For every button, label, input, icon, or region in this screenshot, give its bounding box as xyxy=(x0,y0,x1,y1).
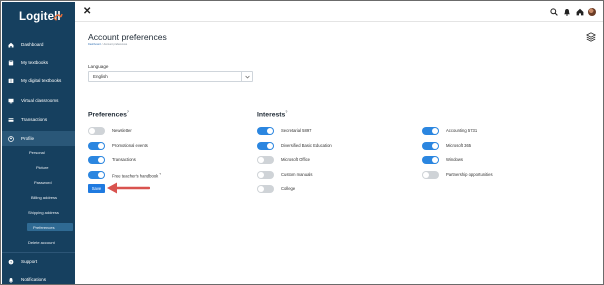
sidebar-subitem-label: Password xyxy=(34,179,52,185)
custom-manuals-toggle[interactable] xyxy=(257,171,274,179)
toggle-label: Free teacher's handbook ? xyxy=(112,172,161,178)
microsoft-office-toggle[interactable] xyxy=(257,156,274,164)
transactions-icon xyxy=(8,117,14,123)
top-icons xyxy=(549,7,596,16)
diversified-basic-education-toggle[interactable] xyxy=(257,142,274,150)
tablet-book-icon xyxy=(8,78,14,84)
bell-icon xyxy=(8,277,14,283)
support-icon: ? xyxy=(8,259,14,265)
avatar[interactable] xyxy=(588,7,596,16)
layers-icon[interactable] xyxy=(586,32,596,42)
window-frame: Logitell Dashboard My textbooks My digit… xyxy=(0,0,604,285)
interests-heading: Interests? xyxy=(257,110,287,118)
sidebar-item-label: Transactions xyxy=(21,117,48,122)
home-icon xyxy=(8,42,14,48)
toggle-label: Transactions xyxy=(112,157,136,162)
toggle-label-text: Free teacher's handbook xyxy=(112,173,159,179)
newsletter-toggle[interactable] xyxy=(88,127,105,135)
chevron-down-icon xyxy=(241,72,252,81)
sidebar-subitem-label: Preferences xyxy=(33,224,55,230)
sidebar-item-label: Notifications xyxy=(21,277,47,282)
breadcrumb-link[interactable]: Dashboard xyxy=(88,43,101,46)
sidebar-item-label: Dashboard xyxy=(21,42,44,47)
page-title: Account preferences xyxy=(88,32,167,42)
toggle-label: Partnership opportunities xyxy=(446,172,493,177)
language-select[interactable]: English xyxy=(88,71,253,82)
close-icon[interactable]: ✕ xyxy=(83,6,91,17)
help-marker: ? xyxy=(285,110,288,114)
toggle-label: Accounting 5731 xyxy=(446,128,478,133)
profile-icon xyxy=(8,135,14,142)
help-marker: ? xyxy=(126,110,129,114)
interests-title: Interests xyxy=(257,111,286,119)
home-icon[interactable] xyxy=(575,7,584,16)
toggle-label: Promotional events xyxy=(112,143,148,148)
toggle-label: Diversified Basic Education xyxy=(281,143,332,148)
sidebar-subitem-label: Personal xyxy=(29,149,45,155)
annotation-arrow-icon xyxy=(107,182,150,194)
toggle-label: Microsoft 365 xyxy=(446,143,472,148)
transactions-toggle[interactable] xyxy=(88,156,105,164)
search-icon[interactable] xyxy=(549,7,558,16)
sidebar-item-support[interactable]: ? Support xyxy=(2,254,75,269)
sidebar-subitem-label: Picture xyxy=(36,164,49,170)
sidebar-item-my-textbooks[interactable]: My textbooks xyxy=(2,55,75,70)
sidebar-subitem-password[interactable]: Password xyxy=(2,177,75,187)
breadcrumb-current: Account preferences xyxy=(103,43,128,46)
sidebar-subitem-label: Shipping address xyxy=(28,209,59,215)
breadcrumb: Dashboard/Account preferences xyxy=(88,43,128,46)
toggle-label: Custom manuals xyxy=(281,172,313,177)
sidebar-subitem-preferences[interactable]: Preferences xyxy=(2,222,75,232)
logo-mark-icon xyxy=(53,13,63,21)
sidebar-item-dashboard[interactable]: Dashboard xyxy=(2,37,75,52)
sidebar-item-transactions[interactable]: Transactions xyxy=(2,112,75,127)
microsoft-365-toggle[interactable] xyxy=(422,142,439,150)
language-label: Language xyxy=(88,64,109,69)
windows-toggle[interactable] xyxy=(422,156,439,164)
sidebar-subitem-delete-account[interactable]: Delete account xyxy=(2,237,75,247)
save-button[interactable]: Save xyxy=(88,184,105,193)
sidebar-item-label: Support xyxy=(21,259,38,264)
teachers-handbook-toggle[interactable] xyxy=(88,171,105,179)
toggle-label: Newsletter xyxy=(112,128,132,133)
sidebar-subitem-billing-address[interactable]: Billing address xyxy=(2,192,75,202)
sidebar-subitem-personal[interactable]: Personal xyxy=(2,147,75,157)
sidebar-item-label: Virtual classrooms xyxy=(21,98,59,103)
toggle-label: Windows xyxy=(446,157,463,162)
secretarial-toggle[interactable] xyxy=(257,127,274,135)
sidebar-item-label: My textbooks xyxy=(21,60,49,65)
accounting-toggle[interactable] xyxy=(422,127,439,135)
classroom-icon xyxy=(8,98,14,104)
top-bar: ✕ xyxy=(75,2,603,22)
help-marker: ? xyxy=(159,172,161,176)
preferences-title: Preferences xyxy=(88,111,127,119)
sidebar-item-profile[interactable]: Profile xyxy=(2,131,75,146)
promotional-events-toggle[interactable] xyxy=(88,142,105,150)
sidebar: Logitell Dashboard My textbooks My digit… xyxy=(2,2,75,284)
toggle-label: Microsoft Office xyxy=(281,157,311,162)
sidebar-subitem-shipping-address[interactable]: Shipping address xyxy=(2,207,75,217)
sidebar-subitem-label: Billing address xyxy=(31,194,58,200)
sidebar-item-notifications[interactable]: Notifications xyxy=(2,272,75,284)
language-value: English xyxy=(93,74,108,79)
bell-icon[interactable] xyxy=(562,7,571,16)
toggle-label: College xyxy=(281,186,296,191)
sidebar-item-label: My digital textbooks xyxy=(21,78,62,83)
toggle-label: Secretarial 5897 xyxy=(281,128,312,133)
sidebar-subitem-label: Delete account xyxy=(28,239,55,245)
partnership-opportunities-toggle[interactable] xyxy=(422,171,439,179)
preferences-heading: Preferences? xyxy=(88,110,129,118)
college-toggle[interactable] xyxy=(257,185,274,193)
sidebar-item-my-digital-textbooks[interactable]: My digital textbooks xyxy=(2,73,75,88)
sidebar-item-label: Profile xyxy=(21,136,35,141)
sidebar-subitem-picture[interactable]: Picture xyxy=(2,162,75,172)
book-icon xyxy=(8,60,14,66)
main-content: Account preferences Dashboard/Account pr… xyxy=(75,22,603,284)
sidebar-item-virtual-classrooms[interactable]: Virtual classrooms xyxy=(2,93,75,108)
sidebar-divider xyxy=(2,252,75,253)
